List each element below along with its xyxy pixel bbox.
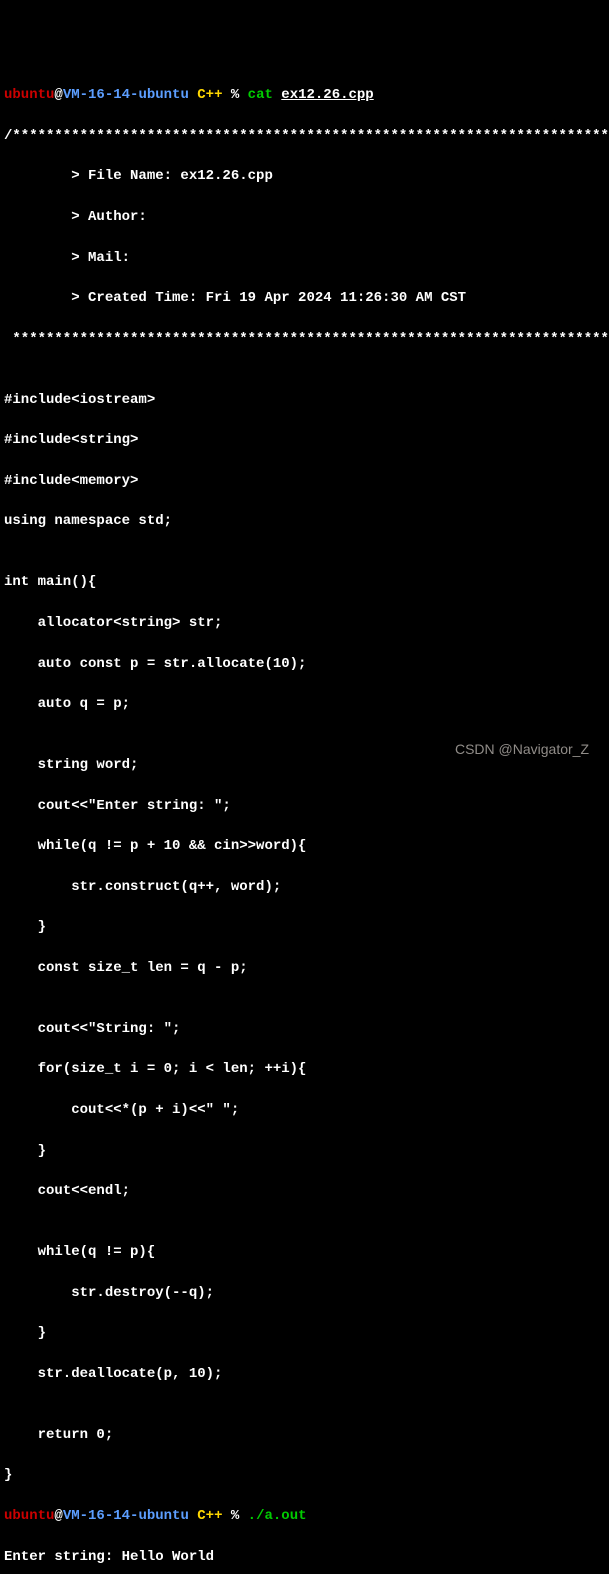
code-main20: return 0;: [4, 1425, 605, 1445]
prompt-symbol: %: [222, 1508, 239, 1524]
code-author: > Author:: [4, 207, 605, 227]
command-arg: ex12.26.cpp: [281, 87, 373, 103]
command-cat: cat: [239, 87, 281, 103]
code-main3: auto const p = str.allocate(10);: [4, 654, 605, 674]
prompt-at: @: [54, 87, 62, 103]
code-main17: str.destroy(--q);: [4, 1283, 605, 1303]
prompt-at: @: [54, 1508, 62, 1524]
output-line-1: Enter string: Hello World: [4, 1547, 605, 1567]
code-using: using namespace std;: [4, 511, 605, 531]
code-main8: str.construct(q++, word);: [4, 877, 605, 897]
code-include1: #include<iostream>: [4, 390, 605, 410]
code-main16: while(q != p){: [4, 1242, 605, 1262]
prompt-host: VM-16-14-ubuntu: [63, 1508, 189, 1524]
code-main12: for(size_t i = 0; i < len; ++i){: [4, 1059, 605, 1079]
code-include2: #include<string>: [4, 430, 605, 450]
command-run: ./a.out: [239, 1508, 306, 1524]
prompt-user: ubuntu: [4, 1508, 54, 1524]
code-main13: cout<<*(p + i)<<" ";: [4, 1100, 605, 1120]
prompt-user: ubuntu: [4, 87, 54, 103]
prompt-line-2[interactable]: ubuntu@VM-16-14-ubuntu C++ % ./a.out: [4, 1506, 605, 1526]
prompt-path: C++: [189, 1508, 223, 1524]
code-main9: }: [4, 917, 605, 937]
prompt-host: VM-16-14-ubuntu: [63, 87, 189, 103]
code-main2: allocator<string> str;: [4, 613, 605, 633]
code-main7: while(q != p + 10 && cin>>word){: [4, 836, 605, 856]
code-filename: > File Name: ex12.26.cpp: [4, 166, 605, 186]
prompt-path: C++: [189, 87, 223, 103]
code-mail: > Mail:: [4, 248, 605, 268]
prompt-symbol: %: [222, 87, 239, 103]
code-main18: }: [4, 1323, 605, 1343]
code-include3: #include<memory>: [4, 471, 605, 491]
terminal-output: ubuntu@VM-16-14-ubuntu C++ % cat ex12.26…: [4, 65, 605, 1574]
code-main1: int main(){: [4, 572, 605, 592]
code-main19: str.deallocate(p, 10);: [4, 1364, 605, 1384]
code-sep-bottom: ****************************************…: [4, 329, 605, 349]
code-sep-top: /***************************************…: [4, 126, 605, 146]
code-main21: }: [4, 1465, 605, 1485]
code-main11: cout<<"String: ";: [4, 1019, 605, 1039]
watermark-text: CSDN @Navigator_Z: [455, 739, 589, 759]
code-created: > Created Time: Fri 19 Apr 2024 11:26:30…: [4, 288, 605, 308]
code-main4: auto q = p;: [4, 694, 605, 714]
code-main10: const size_t len = q - p;: [4, 958, 605, 978]
prompt-line-1[interactable]: ubuntu@VM-16-14-ubuntu C++ % cat ex12.26…: [4, 85, 605, 105]
code-main15: cout<<endl;: [4, 1181, 605, 1201]
code-main14: }: [4, 1141, 605, 1161]
code-main6: cout<<"Enter string: ";: [4, 796, 605, 816]
